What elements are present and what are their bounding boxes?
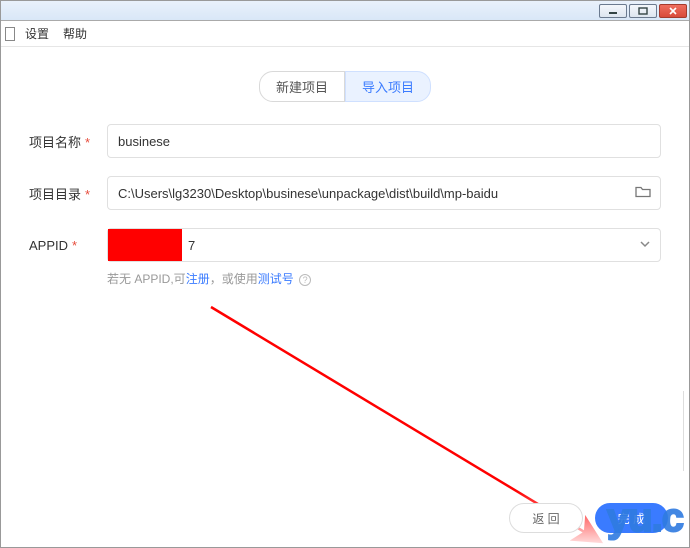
tab-row: 新建项目 导入项目 [29, 71, 661, 102]
maximize-button[interactable] [629, 4, 657, 18]
menu-settings[interactable]: 设置 [25, 25, 49, 42]
tab-create-project[interactable]: 新建项目 [259, 71, 345, 102]
link-test-id[interactable]: 测试号 [258, 272, 294, 286]
label-appid: APPID* [29, 238, 107, 253]
content-area: 新建项目 导入项目 项目名称* 项目目录* APPID [1, 47, 689, 547]
help-icon[interactable]: ? [299, 274, 311, 286]
label-project-name: 项目名称* [29, 132, 107, 151]
window-titlebar [1, 1, 689, 21]
close-icon [668, 7, 678, 15]
menu-help[interactable]: 帮助 [63, 25, 87, 42]
chevron-down-icon[interactable] [639, 237, 651, 253]
close-button[interactable] [659, 4, 687, 18]
redaction-block [108, 229, 182, 261]
label-project-dir: 项目目录* [29, 184, 107, 203]
footer: 返 回 完 成 [2, 490, 688, 546]
back-button[interactable]: 返 回 [509, 503, 582, 533]
input-appid[interactable] [107, 228, 661, 262]
app-window: 设置 帮助 新建项目 导入项目 项目名称* 项目目录* [0, 0, 690, 548]
tab-import-project[interactable]: 导入项目 [345, 71, 431, 102]
browse-folder-icon[interactable] [635, 185, 651, 202]
minimize-button[interactable] [599, 4, 627, 18]
row-project-name: 项目名称* [29, 124, 661, 158]
done-button[interactable]: 完 成 [595, 503, 668, 533]
minimize-icon [608, 7, 618, 15]
truncated-menu-icon [5, 27, 15, 41]
appid-hint: 若无 APPID,可注册，或使用测试号 ? [107, 270, 661, 287]
side-stub [683, 391, 689, 471]
row-project-dir: 项目目录* [29, 176, 661, 210]
input-project-dir[interactable] [107, 176, 661, 210]
input-project-name[interactable] [107, 124, 661, 158]
menu-bar: 设置 帮助 [1, 21, 689, 47]
maximize-icon [638, 7, 648, 15]
row-appid: APPID* [29, 228, 661, 262]
link-register[interactable]: 注册 [186, 272, 210, 286]
